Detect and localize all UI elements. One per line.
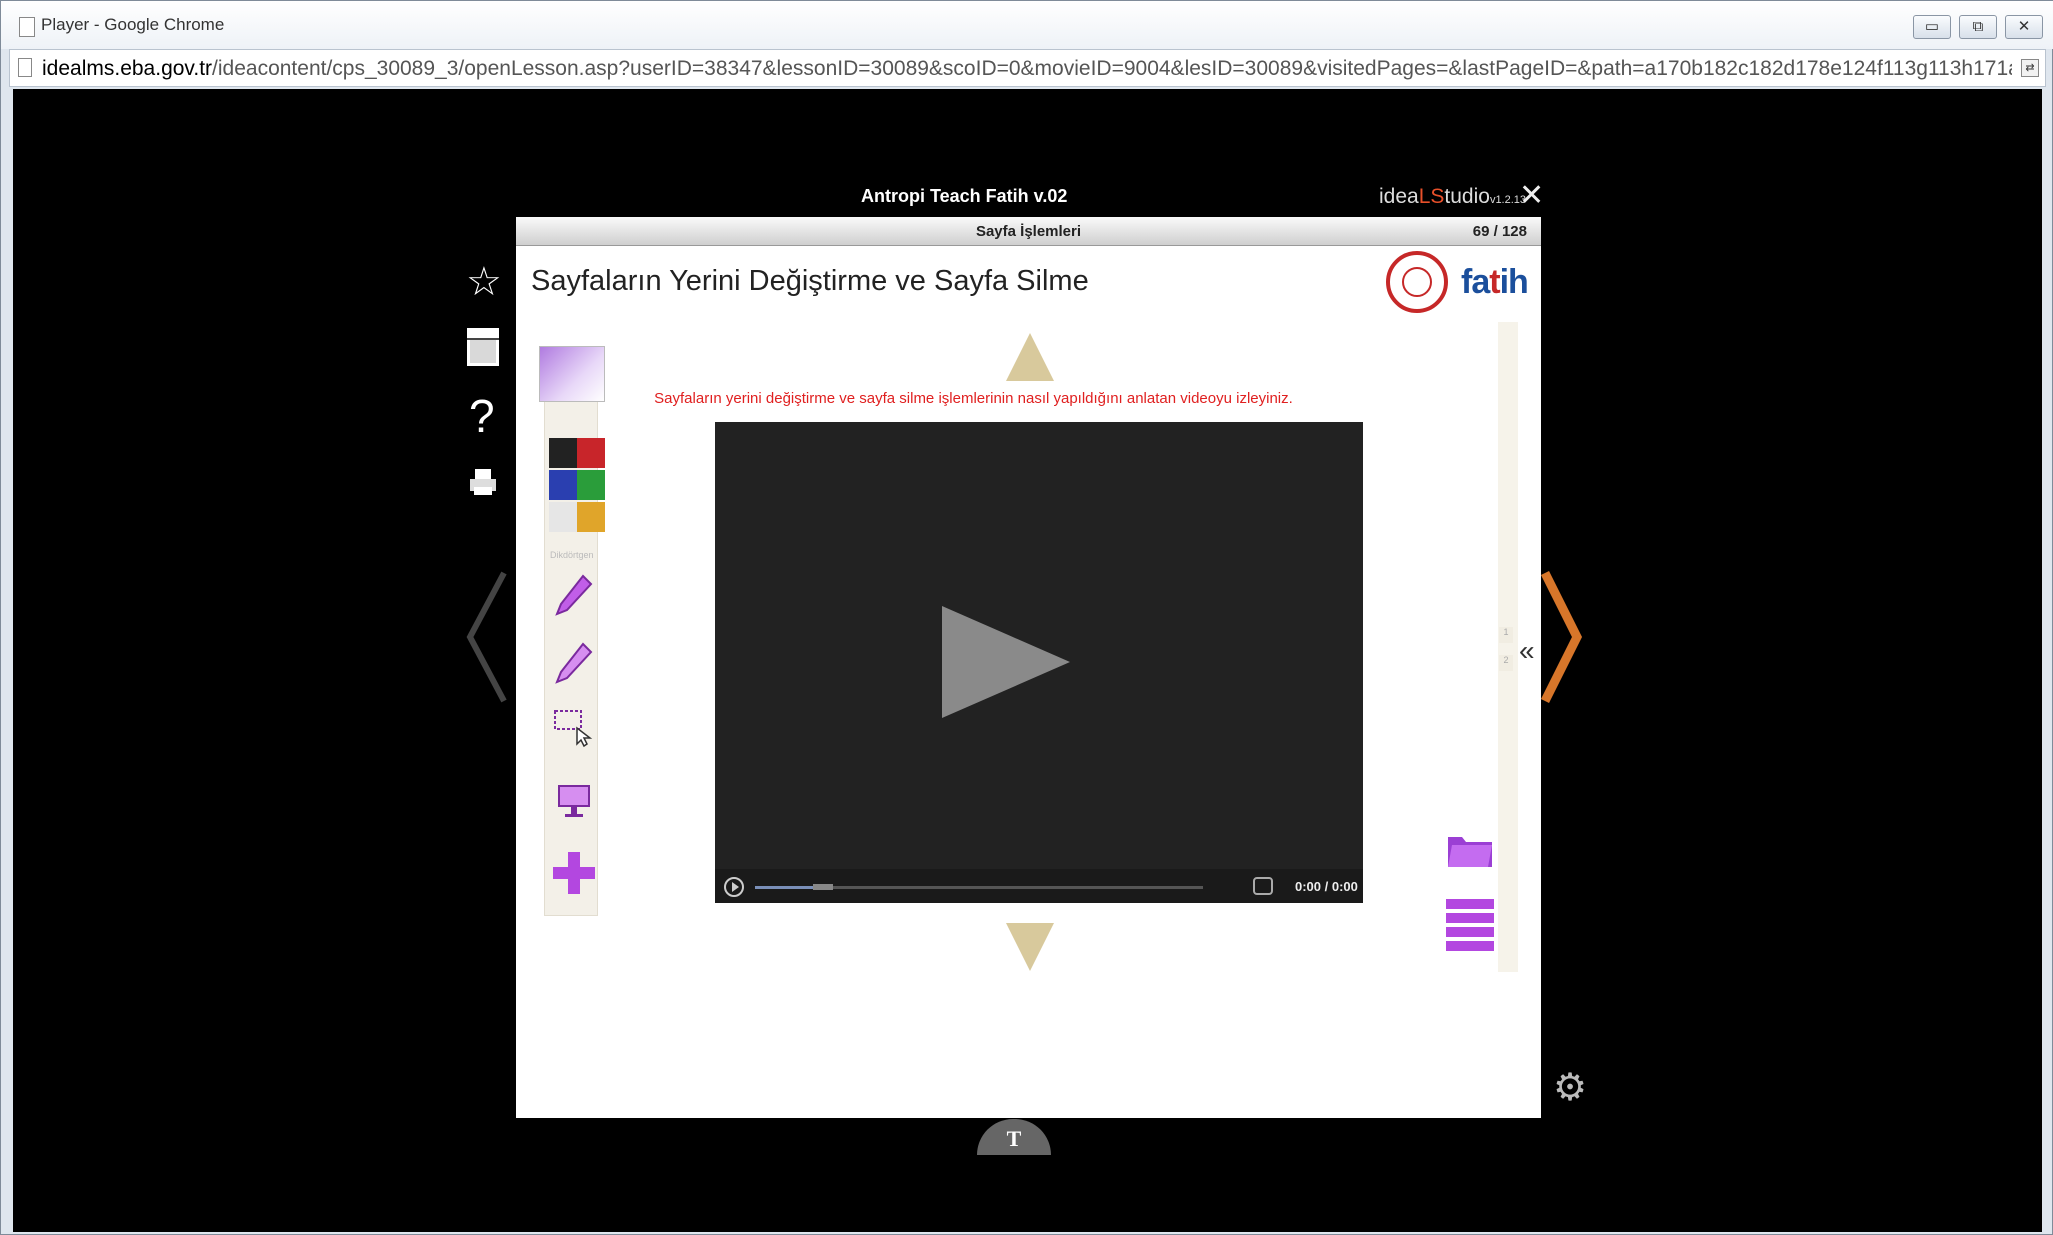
pen-color-preview[interactable]: [539, 346, 605, 402]
fatih-fa: fa: [1461, 263, 1490, 301]
color-yellow[interactable]: [577, 502, 605, 532]
lesson-page: Sayfa İşlemleri 69 / 128 Sayfaların Yeri…: [516, 217, 1541, 1118]
page-counter: 69 / 128: [1472, 223, 1527, 240]
page-item-1[interactable]: 1: [1499, 627, 1513, 643]
next-page-arrow[interactable]: [1539, 569, 1583, 710]
meb-logo: [1386, 251, 1448, 313]
highlighter-tool-icon[interactable]: [553, 640, 595, 686]
lesson-title: Sayfaların Yerini Değiştirme ve Sayfa Si…: [531, 265, 1089, 297]
seek-bar[interactable]: [755, 884, 1203, 890]
app-title: Antropi Teach Fatih v.02: [861, 186, 1068, 206]
collapse-panel-icon[interactable]: «: [1519, 635, 1535, 667]
idealstudio-logo: ideaLStudiov1.2.13: [1379, 185, 1526, 209]
scroll-down-arrow[interactable]: [1006, 923, 1054, 971]
translate-icon[interactable]: ⇄: [2021, 59, 2039, 77]
scroll-up-arrow[interactable]: [1006, 333, 1054, 381]
video-controls: 0:00 / 0:00: [715, 869, 1363, 903]
player-close-icon[interactable]: ✕: [1519, 181, 1544, 211]
window-title: Player - Google Chrome: [41, 15, 225, 34]
restore-button[interactable]: ⧉: [1959, 15, 1997, 39]
section-title: Sayfa İşlemleri: [975, 223, 1082, 240]
instruction-text: Sayfaların yerini değiştirme ve sayfa si…: [654, 390, 1293, 407]
whiteboard-tool-icon[interactable]: [553, 778, 595, 824]
studio-tudio: tudio: [1444, 185, 1490, 208]
color-green[interactable]: [577, 470, 605, 500]
list-icon[interactable]: [1446, 897, 1494, 955]
url-host: idealms.eba.gov.tr: [42, 57, 213, 80]
drawing-toolbar: Dikdörtgen: [539, 346, 605, 916]
video-player[interactable]: 0:00 / 0:00: [715, 422, 1363, 903]
studio-idea: idea: [1379, 185, 1419, 208]
chrome-window: Player - Google Chrome ▭ ⧉ ✕ idealms.eba…: [0, 0, 2053, 1235]
seek-progress: [755, 886, 814, 889]
folder-icon[interactable]: [1446, 829, 1494, 871]
color-black[interactable]: [549, 438, 577, 468]
title-bar: Player - Google Chrome ▭ ⧉ ✕: [1, 1, 2053, 49]
add-tool-icon[interactable]: [553, 850, 595, 896]
page-icon: [18, 58, 32, 77]
shape-label: Dikdörtgen: [550, 550, 594, 560]
favorite-star-icon[interactable]: ☆: [466, 259, 502, 305]
minimize-button[interactable]: ▭: [1913, 15, 1951, 39]
fullscreen-icon[interactable]: [1253, 877, 1273, 895]
studio-ls: LS: [1418, 185, 1445, 208]
url-text[interactable]: idealms.eba.gov.tr/ideacontent/cps_30089…: [42, 57, 2012, 81]
fatih-ih: ih: [1499, 263, 1529, 301]
fatih-logo: fatih: [1461, 263, 1529, 302]
document-icon: [19, 17, 35, 37]
address-bar[interactable]: idealms.eba.gov.tr/ideacontent/cps_30089…: [9, 49, 2046, 87]
color-white[interactable]: [549, 502, 577, 532]
layout-icon[interactable]: [466, 327, 500, 372]
page-item-2[interactable]: 2: [1499, 655, 1513, 671]
print-icon[interactable]: [469, 467, 497, 502]
color-red[interactable]: [577, 438, 605, 468]
big-play-icon[interactable]: [942, 606, 1070, 718]
fatih-t: t: [1489, 263, 1500, 301]
video-time: 0:00 / 0:00: [1295, 879, 1358, 894]
settings-gear-icon[interactable]: ⚙: [1553, 1065, 1587, 1110]
url-path: /ideacontent/cps_30089_3/openLesson.asp?…: [212, 57, 2012, 80]
page-list-strip: [1498, 322, 1518, 972]
seek-handle[interactable]: [813, 884, 834, 890]
play-button[interactable]: [724, 877, 744, 897]
color-blue[interactable]: [549, 470, 577, 500]
help-icon[interactable]: ?: [469, 389, 495, 443]
pen-tool-icon[interactable]: [553, 572, 595, 618]
selection-tool-icon[interactable]: [553, 708, 595, 754]
page-header: Sayfa İşlemleri 69 / 128: [516, 217, 1541, 246]
close-button[interactable]: ✕: [2005, 15, 2043, 39]
previous-page-arrow[interactable]: [464, 569, 508, 710]
